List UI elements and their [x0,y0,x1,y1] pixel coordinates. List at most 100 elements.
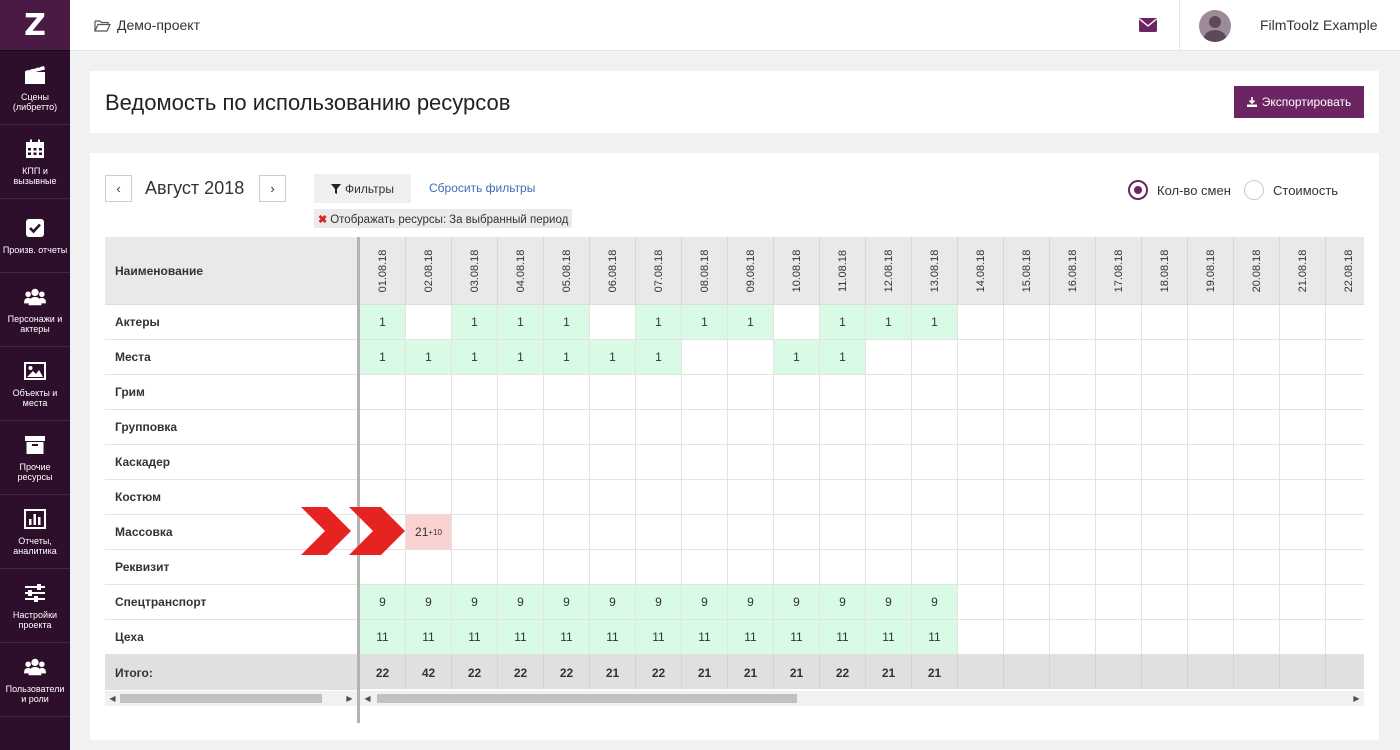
export-button[interactable]: Экспортировать [1234,86,1364,118]
table-cell[interactable] [1326,480,1364,514]
table-cell[interactable] [958,410,1004,444]
table-cell[interactable]: 11 [636,620,682,654]
table-cell[interactable] [1188,305,1234,339]
table-cell[interactable]: 11 [544,620,590,654]
table-cell[interactable]: 1 [498,305,544,339]
table-cell[interactable] [544,515,590,549]
table-cell[interactable] [1096,585,1142,619]
table-cell[interactable] [1004,585,1050,619]
table-cell[interactable] [406,480,452,514]
table-cell[interactable]: 1 [406,340,452,374]
sidebar-item-5[interactable]: Прочие ресурсы [0,421,70,495]
table-cell[interactable] [774,375,820,409]
table-cell[interactable]: 1 [544,340,590,374]
table-cell[interactable] [958,305,1004,339]
table-cell[interactable] [912,480,958,514]
table-cell[interactable] [590,305,636,339]
table-cell[interactable] [544,445,590,479]
table-cell[interactable] [498,445,544,479]
table-cell[interactable]: 11 [820,620,866,654]
table-cell[interactable] [1142,585,1188,619]
mail-icon[interactable] [1139,18,1157,37]
date-header[interactable]: 11.08.18 [820,237,866,304]
table-cell[interactable] [1234,375,1280,409]
table-cell[interactable] [1280,585,1326,619]
table-cell[interactable] [1188,515,1234,549]
table-cell[interactable] [958,550,1004,584]
date-header[interactable]: 17.08.18 [1096,237,1142,304]
table-cell[interactable] [728,550,774,584]
date-header[interactable]: 22.08.18 [1326,237,1364,304]
table-cell[interactable] [1004,480,1050,514]
table-cell[interactable] [1004,375,1050,409]
table-cell[interactable]: 1 [360,305,406,339]
table-cell[interactable] [1096,340,1142,374]
table-cell[interactable] [682,480,728,514]
table-cell[interactable] [406,410,452,444]
date-header[interactable]: 21.08.18 [1280,237,1326,304]
next-month-button[interactable]: › [259,175,286,202]
table-cell[interactable] [1234,340,1280,374]
date-header[interactable]: 20.08.18 [1234,237,1280,304]
table-cell[interactable] [590,550,636,584]
table-cell[interactable] [774,550,820,584]
user-name[interactable]: FilmToolz Example [1260,17,1377,33]
table-cell[interactable] [820,515,866,549]
table-cell[interactable] [1188,620,1234,654]
table-cell[interactable] [1326,410,1364,444]
table-cell[interactable] [544,375,590,409]
reset-filters-link[interactable]: Сбросить фильтры [429,181,535,195]
table-cell[interactable] [1280,305,1326,339]
table-cell[interactable]: 1 [636,305,682,339]
table-cell[interactable] [912,410,958,444]
table-cell[interactable]: 1 [452,340,498,374]
date-header[interactable]: 05.08.18 [544,237,590,304]
table-cell[interactable] [498,550,544,584]
table-cell[interactable] [958,445,1004,479]
table-cell[interactable] [1096,480,1142,514]
table-cell[interactable] [774,445,820,479]
table-cell[interactable]: 9 [636,585,682,619]
table-cell[interactable]: 1 [498,340,544,374]
radio-shifts[interactable]: Кол-во смен [1128,180,1231,200]
table-cell[interactable]: 1 [590,340,636,374]
table-cell[interactable] [866,445,912,479]
table-cell[interactable]: 9 [866,585,912,619]
table-cell[interactable] [1004,410,1050,444]
table-cell[interactable] [1050,305,1096,339]
date-header[interactable]: 15.08.18 [1004,237,1050,304]
table-cell[interactable] [866,375,912,409]
table-cell[interactable] [1188,480,1234,514]
table-cell[interactable] [1188,445,1234,479]
table-cell[interactable] [1280,340,1326,374]
table-cell[interactable] [1188,410,1234,444]
table-cell[interactable]: 11 [406,620,452,654]
table-cell[interactable]: 1 [774,340,820,374]
table-cell[interactable] [774,410,820,444]
date-header[interactable]: 07.08.18 [636,237,682,304]
date-header[interactable]: 13.08.18 [912,237,958,304]
table-cell[interactable] [1142,305,1188,339]
table-cell[interactable] [1326,515,1364,549]
table-cell[interactable] [1096,375,1142,409]
sidebar-item-2[interactable]: Произв. отчеты [0,199,70,273]
table-cell[interactable] [1326,585,1364,619]
table-cell[interactable] [1280,410,1326,444]
table-cell[interactable] [958,375,1004,409]
breadcrumb[interactable]: Демо-проект [94,17,200,33]
table-cell[interactable]: 1 [452,305,498,339]
sidebar-item-6[interactable]: Отчеты, аналитика [0,495,70,569]
table-cell[interactable] [406,550,452,584]
table-cell[interactable] [452,445,498,479]
table-cell[interactable] [498,480,544,514]
column-header-name[interactable]: Наименование [105,237,357,305]
table-cell[interactable]: 9 [544,585,590,619]
scroll-right-arrow[interactable]: ▶ [1349,691,1364,706]
table-cell[interactable] [636,550,682,584]
table-cell[interactable] [820,550,866,584]
table-cell[interactable] [1096,445,1142,479]
table-cell[interactable] [820,445,866,479]
table-cell[interactable] [1050,410,1096,444]
sidebar-item-7[interactable]: Настройки проекта [0,569,70,643]
date-header[interactable]: 03.08.18 [452,237,498,304]
